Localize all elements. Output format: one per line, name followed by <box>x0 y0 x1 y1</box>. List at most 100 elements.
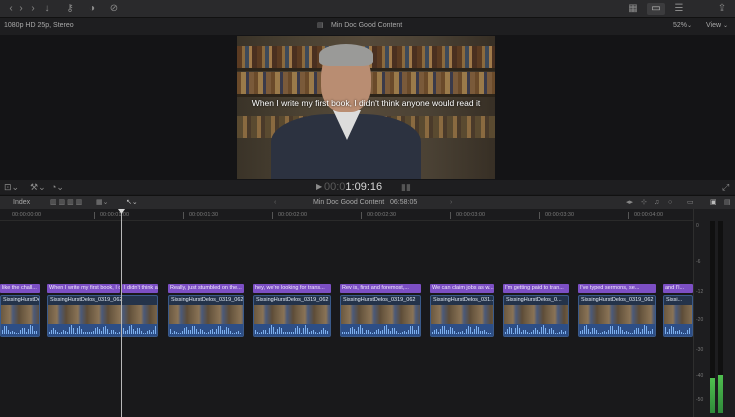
title-clip[interactable]: like the chall... <box>0 284 40 293</box>
waveform-bar <box>462 331 463 334</box>
keyword-icon[interactable]: ⚷ <box>63 3 77 15</box>
waveform-bar <box>279 326 280 334</box>
waveform-bar <box>480 331 481 334</box>
video-clip[interactable]: SissingHurstDelos_0319_062 <box>578 295 656 337</box>
back-icon[interactable]: ‹ <box>6 3 16 15</box>
clip-filmstrip <box>431 305 493 324</box>
waveform-bar <box>551 327 552 334</box>
append-icon[interactable]: ▦⌄ <box>96 198 108 208</box>
clip-audio-waveform <box>48 324 157 336</box>
index-button[interactable]: Index <box>13 198 30 208</box>
playhead[interactable] <box>121 209 122 417</box>
waveform-bar <box>673 326 674 334</box>
clip-view-icon[interactable]: ▭ <box>687 198 694 208</box>
clip-appearance-icon[interactable]: ▥ ▥ ▥ ▥ <box>50 198 82 208</box>
waveform-bar <box>327 331 328 334</box>
waveform-bar <box>49 331 50 334</box>
waveform-bar <box>105 325 106 334</box>
waveform-bar <box>612 326 613 334</box>
snapping-icon[interactable]: ⊹ <box>641 198 647 208</box>
waveform-bar <box>125 330 126 334</box>
fullscreen-icon[interactable]: ⤢ <box>722 181 729 193</box>
timecode-display: 00:01:09:16 <box>324 181 383 193</box>
waveform-bar <box>342 331 343 334</box>
video-clip[interactable]: SissingHurstDelos_0319_062 <box>253 295 331 337</box>
waveform-bar <box>543 325 544 334</box>
waveform-bar <box>303 327 304 334</box>
ruler-tick <box>183 212 184 219</box>
waveform-bar <box>317 332 318 334</box>
waveform-bar <box>261 331 262 334</box>
video-clip[interactable]: SissingHurstDelos_0... <box>0 295 40 337</box>
waveform-bar <box>648 330 649 334</box>
video-clip[interactable]: SissingHurstDelos_0319_062 <box>168 295 244 337</box>
waveform-bar <box>687 330 688 334</box>
top-toolbar: ‹ › › ↓ ⚷ ◑ ⊘ ▦ ▭ ☰ ⇪ <box>0 0 735 18</box>
waveform-bar <box>69 327 70 334</box>
zoom-select[interactable]: 52% <box>673 21 687 31</box>
waveform-bar <box>113 330 114 334</box>
history-forward-icon[interactable]: › <box>450 198 452 208</box>
video-clip[interactable]: SissingHurstDelos_0319_062 <box>47 295 158 337</box>
title-clip[interactable]: I'm getting paid to tran... <box>503 284 569 293</box>
waveform-bar <box>22 327 23 334</box>
skimming-icon[interactable]: ◂▸ <box>626 198 633 208</box>
waveform-bar <box>523 330 524 334</box>
waveform-bar <box>149 330 150 334</box>
video-clip[interactable]: Sissi... <box>663 295 693 337</box>
waveform-bar <box>293 332 294 334</box>
enhance-icon[interactable]: ⚒⌄ <box>30 181 46 193</box>
share-icon[interactable]: ⇪ <box>716 3 728 15</box>
title-clip[interactable]: I've typed sermons, se... <box>578 284 656 293</box>
redo-icon[interactable]: › <box>28 3 38 15</box>
title-clip[interactable]: and I'l... <box>663 284 693 293</box>
waveform-bar <box>438 332 439 334</box>
forward-icon[interactable]: › <box>16 3 26 15</box>
waveform-bar <box>384 325 385 334</box>
tools-icon[interactable]: ⊘ <box>108 3 120 15</box>
waveform-bar <box>95 327 96 334</box>
waveform-bar <box>356 331 357 334</box>
waveform-bar <box>63 329 64 334</box>
ruler-label: 00:00:01:00 <box>100 212 130 218</box>
waveform-bar <box>283 331 284 334</box>
title-clip[interactable]: When I write my first book, I d... <box>47 284 120 293</box>
color-icon[interactable]: ◑ <box>86 3 98 15</box>
import-icon[interactable]: ↓ <box>42 3 52 15</box>
speed-icon[interactable]: ◔⌄ <box>51 181 64 193</box>
waveform-bar <box>190 330 191 334</box>
audio-skimming-icon[interactable]: ♫ <box>654 198 659 208</box>
effects-browser-icon[interactable]: ▤ <box>724 198 731 208</box>
project-duration: 06:58:05 <box>390 199 418 206</box>
waveform-bar <box>55 329 56 334</box>
layout-icon[interactable]: ▦ <box>626 3 640 15</box>
video-frame[interactable]: When I write my first book, I didn't thi… <box>237 36 495 179</box>
timeline-ruler[interactable]: 00:00:00:00 00:00:01:00 00:00:01:30 00:0… <box>0 209 693 221</box>
video-clip[interactable]: SissingHurstDelos_0319_062 <box>340 295 421 337</box>
inspector-icon[interactable]: ☰ <box>673 3 685 15</box>
transform-icon[interactable]: ⊡⌄ <box>4 181 19 193</box>
title-clip[interactable]: I didn't think a... <box>122 284 158 293</box>
waveform-bar <box>192 325 193 334</box>
waveform-bar <box>460 332 461 334</box>
title-clip[interactable]: Rev is, first and foremost,... <box>340 284 421 293</box>
title-clip[interactable]: We can claim jobs as w... <box>430 284 494 293</box>
waveform-bar <box>366 329 367 334</box>
waveform-bar <box>129 325 130 334</box>
clip-filmstrip <box>664 305 692 324</box>
waveform-bar <box>362 328 363 334</box>
select-tool-icon[interactable]: ↖⌄ <box>126 198 138 208</box>
history-back-icon[interactable]: ‹ <box>274 198 276 208</box>
title-clip[interactable]: hey, we're looking for trans... <box>253 284 331 293</box>
view-menu[interactable]: View <box>706 21 721 31</box>
ruler-label: 00:00:02:30 <box>367 212 397 218</box>
video-clip[interactable]: SissingHurstDelos_0... <box>503 295 569 337</box>
ruler-label: 00:00:03:00 <box>456 212 486 218</box>
waveform-bar <box>97 326 98 334</box>
video-clip-name: SissingHurstDelos_0319_062 <box>50 297 123 303</box>
overlay-icon[interactable]: ▣ <box>710 198 717 208</box>
solo-icon[interactable]: ○ <box>668 198 672 208</box>
video-clip[interactable]: SissingHurstDelos_031... <box>430 295 494 337</box>
timeline[interactable]: like the chall... When I write my first … <box>0 221 693 417</box>
title-clip[interactable]: Really, just stumbled on the... <box>168 284 244 293</box>
